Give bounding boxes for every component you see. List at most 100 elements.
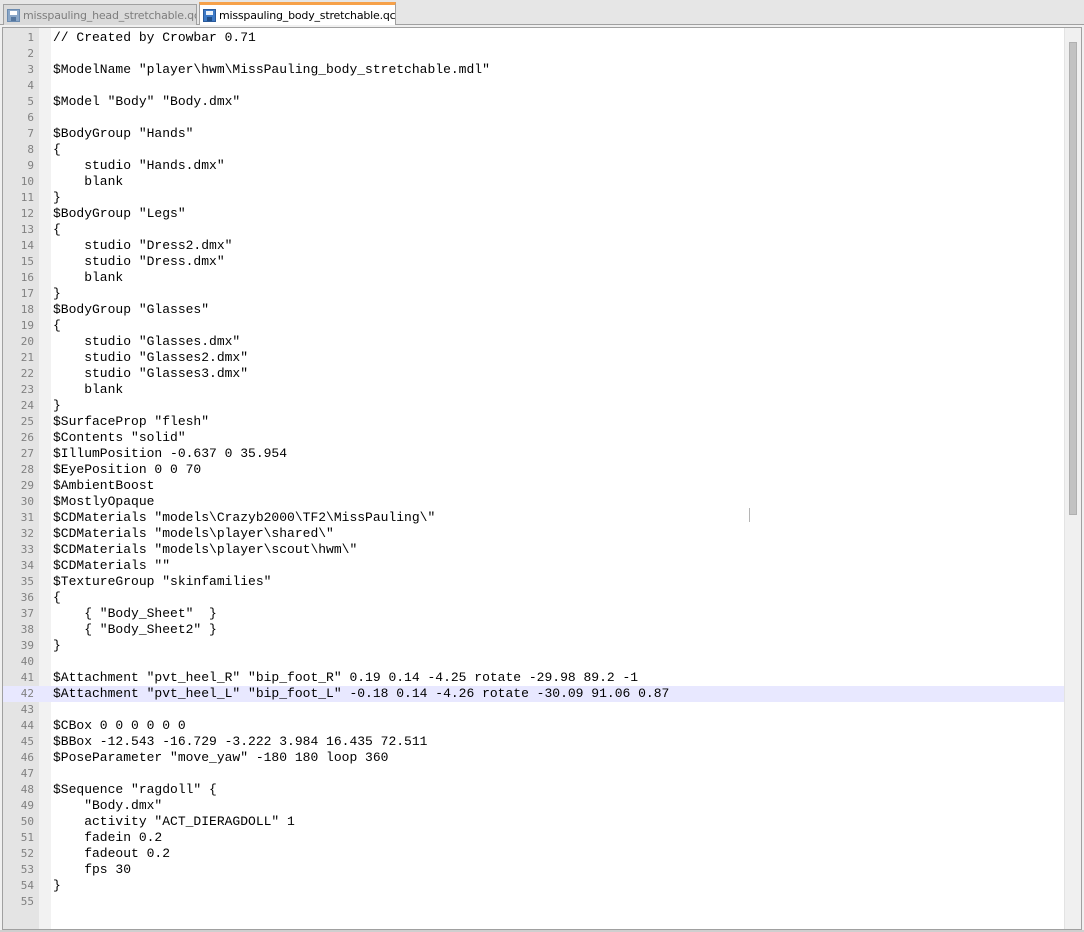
code-line[interactable]: 3 $ModelName "player\hwm\MissPauling_body… — [3, 62, 1065, 78]
code-line[interactable]: 21 studio "Glasses2.dmx" — [3, 350, 1065, 366]
code-line[interactable]: 8{ — [3, 142, 1065, 158]
line-text[interactable]: $CDMaterials "models\player\shared\" — [53, 526, 334, 542]
code-line[interactable]: 43 — [3, 702, 1065, 718]
code-line[interactable]: 31 $CDMaterials "models\Crazyb2000\TF2\Mi… — [3, 510, 1065, 526]
code-line[interactable]: 18 $BodyGroup "Glasses" — [3, 302, 1065, 318]
line-text[interactable]: fadeout 0.2 — [53, 846, 170, 862]
code-line[interactable]: 15 studio "Dress.dmx" — [3, 254, 1065, 270]
line-text[interactable]: blank — [53, 174, 123, 190]
line-text[interactable]: $CDMaterials "models\player\scout\hwm\" — [53, 542, 357, 558]
code-line[interactable]: 1 // Created by Crowbar 0.71 — [3, 30, 1065, 46]
code-line[interactable]: 23 blank — [3, 382, 1065, 398]
line-text[interactable]: blank — [53, 382, 123, 398]
code-line[interactable]: 41 $Attachment "pvt_heel_R" "bip_foot_R" … — [3, 670, 1065, 686]
code-line[interactable]: 13 { — [3, 222, 1065, 238]
line-text[interactable]: $IllumPosition -0.637 0 35.954 — [53, 446, 287, 462]
line-text[interactable]: $BodyGroup "Legs" — [53, 206, 186, 222]
code-line[interactable]: 54} — [3, 878, 1065, 894]
line-text[interactable]: $EyePosition 0 0 70 — [53, 462, 201, 478]
line-text[interactable]: } — [53, 286, 61, 302]
vertical-scrollbar[interactable] — [1064, 28, 1081, 929]
line-text[interactable]: $AmbientBoost — [53, 478, 154, 494]
scrollbar-thumb[interactable] — [1069, 42, 1077, 515]
code-line[interactable]: 37 { "Body_Sheet" } — [3, 606, 1065, 622]
line-text[interactable]: $TextureGroup "skinfamilies" — [53, 574, 271, 590]
code-line[interactable]: 12 $BodyGroup "Legs" — [3, 206, 1065, 222]
code-line[interactable]: 35 $TextureGroup "skinfamilies" — [3, 574, 1065, 590]
code-line[interactable]: 4 — [3, 78, 1065, 94]
code-line[interactable]: 2 — [3, 46, 1065, 62]
line-text[interactable]: { — [53, 318, 61, 334]
line-text[interactable]: $PoseParameter "move_yaw" -180 180 loop … — [53, 750, 388, 766]
line-text[interactable]: { "Body_Sheet2" } — [53, 622, 217, 638]
line-text[interactable]: blank — [53, 270, 123, 286]
code-line[interactable]: 47 — [3, 766, 1065, 782]
line-text[interactable]: studio "Dress2.dmx" — [53, 238, 232, 254]
code-line[interactable]: 17} — [3, 286, 1065, 302]
code-line[interactable]: 39} — [3, 638, 1065, 654]
code-line[interactable]: 5 $Model "Body" "Body.dmx" — [3, 94, 1065, 110]
line-text[interactable]: studio "Dress.dmx" — [53, 254, 224, 270]
code-line[interactable]: 10 blank — [3, 174, 1065, 190]
line-text[interactable]: // Created by Crowbar 0.71 — [53, 30, 256, 46]
line-text[interactable]: $Sequence "ragdoll" { — [53, 782, 217, 798]
code-line[interactable]: 45 $BBox -12.543 -16.729 -3.222 3.984 16.… — [3, 734, 1065, 750]
line-text[interactable]: { — [53, 142, 61, 158]
line-text[interactable]: $CDMaterials "models\Crazyb2000\TF2\Miss… — [53, 510, 435, 526]
code-line[interactable]: 55 — [3, 894, 1065, 910]
line-text[interactable]: $Attachment "pvt_heel_L" "bip_foot_L" -0… — [53, 686, 669, 702]
line-text[interactable]: $Attachment "pvt_heel_R" "bip_foot_R" 0.… — [53, 670, 638, 686]
code-line[interactable]: 38 { "Body_Sheet2" } — [3, 622, 1065, 638]
code-line[interactable]: 36 { — [3, 590, 1065, 606]
code-line[interactable]: 53 fps 30 — [3, 862, 1065, 878]
line-text[interactable]: { — [53, 590, 61, 606]
line-text[interactable]: $SurfaceProp "flesh" — [53, 414, 209, 430]
code-line[interactable]: 16 blank — [3, 270, 1065, 286]
code-line[interactable]: 11} — [3, 190, 1065, 206]
line-text[interactable]: "Body.dmx" — [53, 798, 162, 814]
code-line[interactable]: 19 { — [3, 318, 1065, 334]
line-text[interactable]: fps 30 — [53, 862, 131, 878]
line-text[interactable]: studio "Hands.dmx" — [53, 158, 224, 174]
line-text[interactable]: $CDMaterials "" — [53, 558, 170, 574]
code-line[interactable]: 24} — [3, 398, 1065, 414]
code-lines[interactable]: 1// Created by Crowbar 0.71 2 3 $ModelName … — [3, 30, 1065, 910]
line-text[interactable]: $BodyGroup "Hands" — [53, 126, 193, 142]
line-text[interactable]: $BodyGroup "Glasses" — [53, 302, 209, 318]
code-line[interactable]: 26 $Contents "solid" — [3, 430, 1065, 446]
line-text[interactable]: } — [53, 638, 61, 654]
code-line[interactable]: 27 $IllumPosition -0.637 0 35.954 — [3, 446, 1065, 462]
code-line[interactable]: 22 studio "Glasses3.dmx" — [3, 366, 1065, 382]
code-editor[interactable]: 1// Created by Crowbar 0.71 2 3 $ModelName … — [2, 27, 1082, 930]
line-text[interactable]: $Model "Body" "Body.dmx" — [53, 94, 240, 110]
code-line[interactable]: 40 — [3, 654, 1065, 670]
code-line[interactable]: 50 activity "ACT_DIERAGDOLL" 1 — [3, 814, 1065, 830]
code-line[interactable]: 46 $PoseParameter "move_yaw" -180 180 loo… — [3, 750, 1065, 766]
code-line[interactable]: 20 studio "Glasses.dmx" — [3, 334, 1065, 350]
code-line[interactable]: 33 $CDMaterials "models\player\scout\hwm\… — [3, 542, 1065, 558]
code-line[interactable]: 9 studio "Hands.dmx" — [3, 158, 1065, 174]
line-text[interactable]: { — [53, 222, 61, 238]
code-line[interactable]: 29 $AmbientBoost — [3, 478, 1065, 494]
line-text[interactable]: $CBox 0 0 0 0 0 0 — [53, 718, 186, 734]
line-text[interactable]: studio "Glasses3.dmx" — [53, 366, 248, 382]
code-line[interactable]: 28 $EyePosition 0 0 70 — [3, 462, 1065, 478]
line-text[interactable]: studio "Glasses.dmx" — [53, 334, 240, 350]
code-line[interactable]: 44 $CBox 0 0 0 0 0 0 — [3, 718, 1065, 734]
line-text[interactable]: activity "ACT_DIERAGDOLL" 1 — [53, 814, 295, 830]
code-line[interactable]: 48 $Sequence "ragdoll" { — [3, 782, 1065, 798]
line-text[interactable]: $MostlyOpaque — [53, 494, 154, 510]
code-line[interactable]: 32 $CDMaterials "models\player\shared\" — [3, 526, 1065, 542]
line-text[interactable]: studio "Glasses2.dmx" — [53, 350, 248, 366]
line-text[interactable]: } — [53, 878, 61, 894]
code-line[interactable]: 34 $CDMaterials "" — [3, 558, 1065, 574]
code-line[interactable]: 52 fadeout 0.2 — [3, 846, 1065, 862]
code-line[interactable]: 14 studio "Dress2.dmx" — [3, 238, 1065, 254]
code-line[interactable]: 7 $BodyGroup "Hands" — [3, 126, 1065, 142]
code-line[interactable]: 51 fadein 0.2 — [3, 830, 1065, 846]
tab-misspauling-head[interactable]: misspauling_head_stretchable.qc — [3, 4, 197, 25]
code-line[interactable]: 6 — [3, 110, 1065, 126]
line-text[interactable]: $BBox -12.543 -16.729 -3.222 3.984 16.43… — [53, 734, 427, 750]
line-text[interactable]: $ModelName "player\hwm\MissPauling_body_… — [53, 62, 490, 78]
current-line[interactable]: 42 $Attachment "pvt_heel_L" "bip_foot_L" … — [3, 686, 1065, 702]
